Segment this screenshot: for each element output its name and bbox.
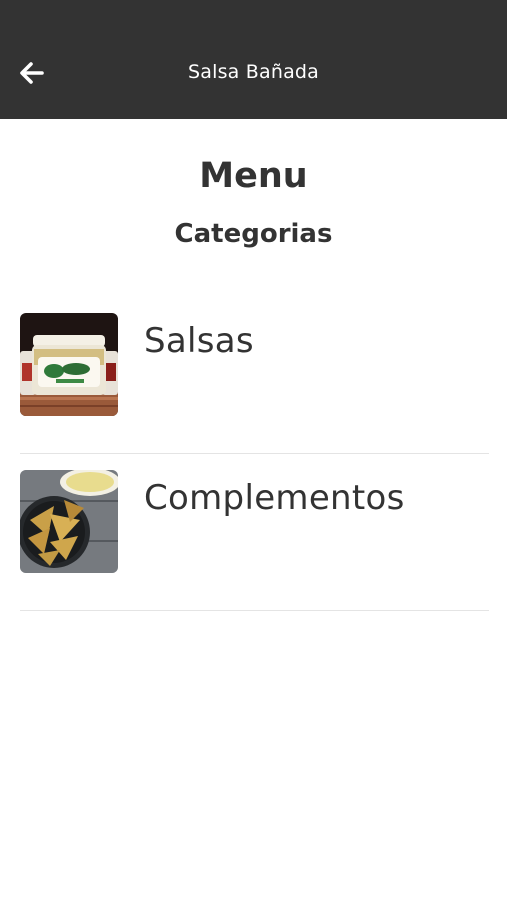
top-app-bar: Salsa Bañada [0, 0, 507, 119]
category-label: Salsas [144, 321, 254, 361]
app-screen: Salsa Bañada Menu Categorias Salsas Comp… [0, 0, 507, 900]
app-bar-title: Salsa Bañada [187, 61, 320, 83]
category-list: Salsas Complementos [20, 297, 489, 611]
category-item-complementos[interactable]: Complementos [20, 454, 489, 611]
category-item-salsas[interactable]: Salsas [20, 297, 489, 454]
salsa-jars-thumbnail [20, 313, 118, 416]
section-subtitle: Categorias [174, 219, 333, 249]
page-title: Menu [199, 156, 308, 196]
category-label: Complementos [144, 478, 405, 518]
tortilla-chips-thumbnail [20, 470, 118, 573]
